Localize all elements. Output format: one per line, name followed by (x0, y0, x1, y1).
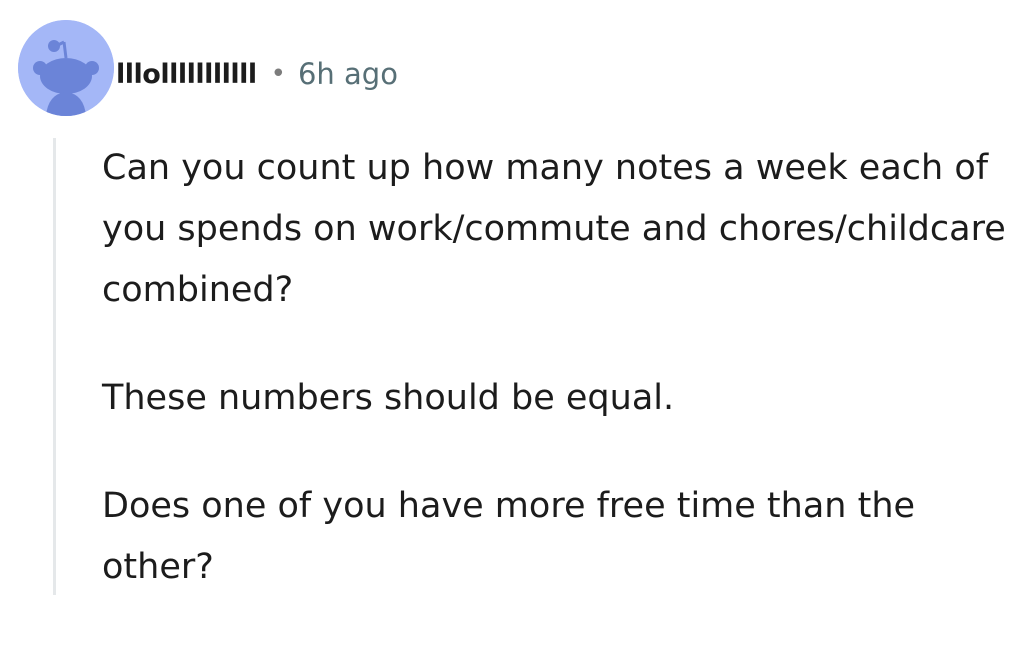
comment-paragraph: Does one of you have more free time than… (102, 486, 916, 587)
snoo-avatar-icon (18, 20, 114, 116)
comment-body: Can you count up how many notes a week e… (102, 138, 1007, 645)
comment-timestamp[interactable]: 6h ago (298, 57, 398, 91)
thread-collapse-line[interactable] (53, 138, 56, 595)
comment-header: lllolllllllllll • 6h ago (116, 52, 398, 96)
meta-separator: • (270, 59, 286, 89)
comment-paragraph: These numbers should be equal. (102, 378, 675, 418)
user-avatar[interactable] (18, 20, 114, 116)
comment: lllolllllllllll • 6h ago Can you count u… (0, 0, 1017, 595)
comment-paragraph: Can you count up how many notes a week e… (102, 148, 1006, 310)
username-link[interactable]: lllolllllllllll (116, 59, 257, 90)
